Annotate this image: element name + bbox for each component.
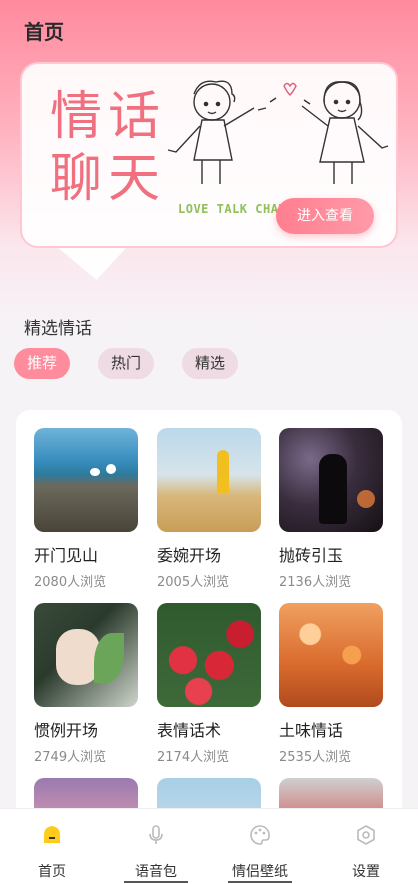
list-item[interactable]: 委婉开场 2005人浏览 bbox=[157, 428, 261, 590]
list-item[interactable]: 开门见山 2080人浏览 bbox=[34, 428, 138, 590]
settings-icon bbox=[357, 825, 375, 845]
banner-subtitle: LOVE TALK CHAT bbox=[178, 202, 287, 216]
item-title: 开门见山 bbox=[34, 546, 99, 565]
item-title: 表情话术 bbox=[157, 721, 222, 740]
item-thumbnail bbox=[279, 603, 383, 707]
item-title: 土味情话 bbox=[279, 721, 344, 740]
item-views: 2749人浏览 bbox=[34, 750, 107, 765]
item-views: 2535人浏览 bbox=[279, 750, 352, 765]
tab-popular[interactable]: 热门 bbox=[98, 348, 154, 379]
page-title: 首页 bbox=[24, 20, 64, 44]
enter-view-button[interactable]: 进入查看 bbox=[276, 198, 374, 234]
item-views: 2174人浏览 bbox=[157, 750, 230, 765]
banner-bubble-tail bbox=[53, 244, 143, 280]
tabbar-label: 情侣壁纸 bbox=[232, 864, 288, 880]
item-views: 2005人浏览 bbox=[157, 575, 230, 590]
list-item[interactable]: 表情话术 2174人浏览 bbox=[157, 603, 261, 765]
item-thumbnail bbox=[34, 428, 138, 532]
item-thumbnail bbox=[34, 603, 138, 707]
item-thumbnail bbox=[279, 428, 383, 532]
tabbar-label: 设置 bbox=[352, 864, 380, 880]
item-title: 委婉开场 bbox=[157, 546, 222, 565]
microphone-icon bbox=[149, 825, 163, 844]
tabbar-label: 语音包 bbox=[135, 864, 177, 880]
category-tabs: 推荐 热门 精选 bbox=[14, 348, 238, 379]
tab-recommended[interactable]: 推荐 bbox=[14, 348, 70, 379]
couple-illustration bbox=[167, 80, 389, 184]
item-views: 2080人浏览 bbox=[34, 575, 107, 590]
tabbar-item-settings[interactable]: 设置 bbox=[314, 809, 418, 884]
item-thumbnail bbox=[157, 603, 261, 707]
banner[interactable]: 情话 聊天 LOVE TALK CHAT 进入查看 bbox=[20, 62, 398, 248]
section-title: 精选情话 bbox=[24, 319, 92, 339]
bottom-tab-bar: 首页 语音包 情侣壁纸 设置 bbox=[0, 808, 418, 884]
item-title: 惯例开场 bbox=[34, 721, 99, 740]
tab-featured[interactable]: 精选 bbox=[182, 348, 238, 379]
list-item[interactable]: 土味情话 2535人浏览 bbox=[279, 603, 383, 765]
item-title: 抛砖引玉 bbox=[279, 546, 344, 565]
tabbar-label: 首页 bbox=[38, 864, 66, 880]
tabbar-item-wallpaper[interactable]: 情侣壁纸 bbox=[208, 809, 312, 884]
tabbar-item-voice[interactable]: 语音包 bbox=[104, 809, 208, 884]
item-thumbnail bbox=[157, 428, 261, 532]
list-item[interactable]: 惯例开场 2749人浏览 bbox=[34, 603, 138, 765]
palette-icon bbox=[250, 825, 270, 845]
item-views: 2136人浏览 bbox=[279, 575, 352, 590]
tab-underline bbox=[228, 881, 292, 883]
tab-underline bbox=[124, 881, 188, 883]
tabbar-item-home[interactable]: 首页 bbox=[0, 809, 104, 884]
home-icon bbox=[44, 826, 60, 843]
list-item[interactable]: 抛砖引玉 2136人浏览 bbox=[279, 428, 383, 590]
